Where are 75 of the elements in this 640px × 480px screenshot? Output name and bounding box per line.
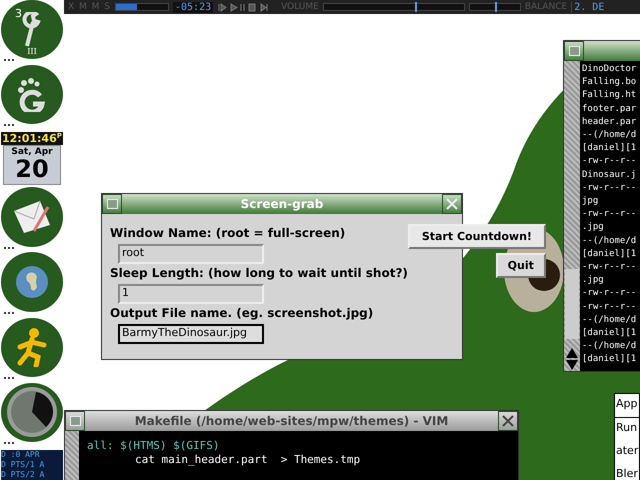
code-line: all: $(HTMS) $(GIFS): [87, 439, 220, 453]
scroll-down-icon[interactable]: [565, 359, 579, 371]
menu-item[interactable]: Run: [615, 418, 639, 441]
text-field[interactable]: BarmyTheDinosaur.jpg: [118, 324, 264, 344]
scroll-up-icon[interactable]: [565, 347, 579, 359]
close-icon[interactable]: [498, 411, 518, 431]
terminal-line: -rw-r--r--: [582, 261, 636, 274]
more-dots: [4, 442, 14, 446]
more-dots: [4, 59, 14, 64]
window-menu-icon[interactable]: [65, 411, 85, 431]
terminal-line: .jpg: [582, 221, 605, 234]
more-dots: [4, 124, 14, 128]
text-field[interactable]: root: [118, 244, 264, 264]
field-label: Output File name. (eg. screenshot.jpg): [110, 306, 374, 322]
terminal-line: -rw-r--r--: [582, 208, 636, 222]
workspace-number: 3: [15, 8, 22, 19]
monitor-line: D PTS/2 A: [1, 470, 46, 480]
quit-button[interactable]: Quit: [496, 253, 546, 278]
terminal-line: jpg: [582, 195, 600, 208]
field-label: Window Name: (root = full-screen): [110, 226, 346, 242]
running-figure-icon: [16, 327, 48, 368]
globe-icon: [15, 265, 49, 300]
wrench-icon: [22, 12, 42, 48]
time-display: -05:23: [173, 2, 214, 12]
menu-item[interactable]: Bler: [615, 464, 639, 480]
terminal-line: header.par: [582, 116, 636, 129]
window-menu-icon[interactable]: [102, 194, 122, 214]
start-countdown-button[interactable]: Start Countdown!: [408, 224, 546, 249]
close-icon[interactable]: [442, 194, 462, 214]
menu-item[interactable]: App: [615, 394, 639, 418]
scrollbar[interactable]: [65, 431, 79, 480]
menu-item[interactable]: ater: [615, 441, 639, 464]
window-title: Screen-grab: [240, 197, 324, 211]
radar-gauge-icon: [6, 386, 58, 438]
terminal-line: -rw-r--r--: [582, 287, 636, 300]
more-dots: [4, 376, 14, 381]
field-label: Sleep Length: (how long to wait until shot?): [110, 266, 408, 282]
terminal-line: --(/home/d: [582, 340, 636, 354]
calendar-date: 20: [15, 157, 49, 182]
terminal-line: --(/home/d: [582, 234, 636, 248]
terminal-line: -rw-r--r--: [582, 182, 636, 195]
terminal-line: .jpg: [582, 274, 605, 288]
terminal-line: [daniel][1: [582, 327, 636, 340]
footprint-icon: [16, 78, 48, 112]
monitor-line: D PTS/1 A: [1, 460, 46, 470]
scrollbar[interactable]: [564, 61, 580, 371]
terminal-line: [daniel][1: [582, 248, 636, 261]
terminal-line: -rw-r--r--: [582, 300, 636, 314]
balance-slider[interactable]: [468, 3, 521, 11]
scrollbar-thumb[interactable]: [565, 269, 579, 339]
more-dots: [4, 312, 14, 316]
clock-time: 12:01:46: [2, 132, 57, 146]
monitor-line: D :0 APR: [1, 450, 41, 460]
terminal-line: --(/home/d: [582, 314, 636, 327]
terminal-line: --(/home/d: [582, 129, 636, 142]
volume-slider[interactable]: [322, 3, 465, 11]
terminal-line: [daniel][1: [582, 353, 636, 366]
more-dots: [4, 246, 14, 250]
terminal-line: DinoDoctor: [582, 63, 636, 76]
workspace-caption: III: [27, 47, 37, 56]
dock-launcher[interactable]: 3 III: [1, 0, 63, 60]
terminal-line: Falling.bo: [582, 76, 636, 90]
envelope-icon: [12, 198, 52, 235]
track-title: 2. DE: [571, 2, 604, 12]
terminal-line: -rw-r--r--: [582, 155, 636, 168]
window-title: Makefile (/home/web-sites/mpw/themes) - VIM: [134, 414, 450, 428]
text-field[interactable]: 1: [118, 284, 264, 304]
terminal-line: Dinosaur.j: [582, 168, 636, 182]
window-menu-icon[interactable]: [564, 41, 584, 61]
calendar-day: Sat, Apr: [11, 148, 53, 158]
terminal-line: [daniel][1: [582, 142, 636, 156]
code-line: cat main_header.part > Themes.tmp: [134, 453, 360, 467]
position-slider[interactable]: [115, 3, 169, 11]
terminal-line: footer.par: [582, 102, 636, 116]
terminal-line: Falling.ht: [582, 89, 636, 102]
